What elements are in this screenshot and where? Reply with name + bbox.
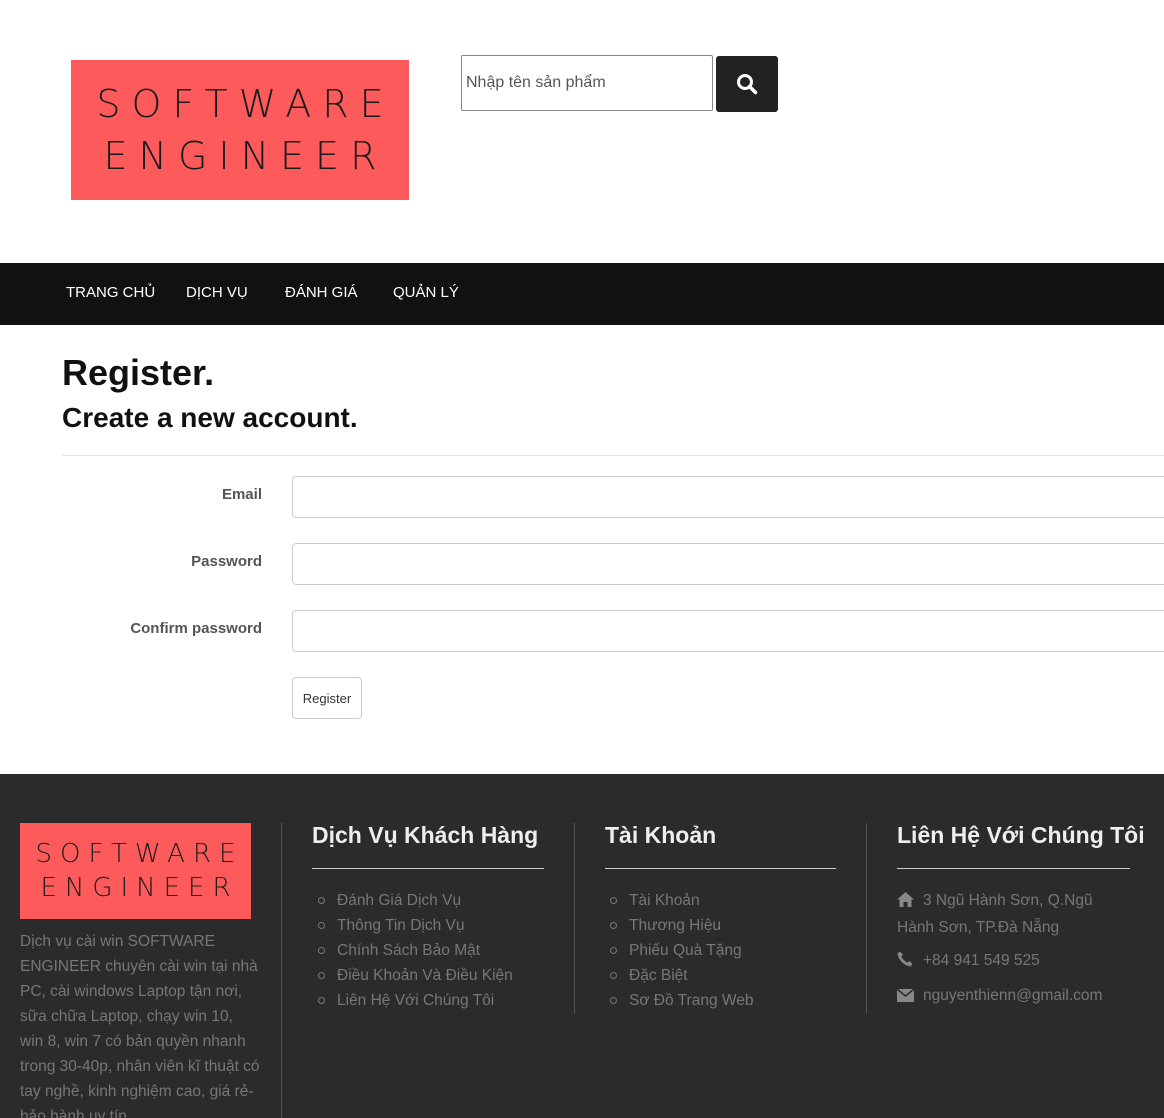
- footer-link-contact[interactable]: Liên Hệ Với Chúng Tôi: [312, 988, 513, 1013]
- site-footer: SOFTWARE ENGINEER Dịch vụ cài win SOFTWA…: [0, 774, 1164, 1118]
- contact-phone-text[interactable]: +84 941 549 525: [923, 952, 1040, 969]
- account-rule: [605, 868, 836, 869]
- confirm-password-field[interactable]: [292, 610, 1164, 652]
- footer-link-account[interactable]: Tài Khoản: [604, 888, 753, 913]
- account-list: Tài Khoản Thương Hiệu Phiếu Quà Tặng Đặc…: [604, 888, 753, 1013]
- footer-link-service-info[interactable]: Thông Tin Dịch Vụ: [312, 913, 513, 938]
- nav-item-management[interactable]: QUẢN LÝ: [393, 263, 459, 325]
- contact-rule: [897, 868, 1130, 869]
- footer-link-sitemap[interactable]: Sơ Đồ Trang Web: [604, 988, 753, 1013]
- contact-heading: Liên Hệ Với Chúng Tôi: [897, 822, 1145, 848]
- services-list: Đánh Giá Dịch Vụ Thông Tin Dịch Vụ Chính…: [312, 888, 513, 1013]
- nav-item-reviews[interactable]: ĐÁNH GIÁ: [285, 263, 358, 325]
- contact-address-text: 3 Ngũ Hành Sơn, Q.Ngũ Hành Sơn, TP.Đà Nẵ…: [897, 892, 1093, 936]
- search-button[interactable]: [716, 56, 778, 112]
- nav-item-services[interactable]: DỊCH VỤ: [186, 263, 248, 325]
- footer-logo[interactable]: SOFTWARE ENGINEER: [20, 823, 251, 919]
- services-rule: [312, 868, 544, 869]
- footer-divider: [281, 823, 282, 1118]
- logo-line-2: ENGINEER: [103, 134, 388, 178]
- divider: [62, 455, 1164, 456]
- contact-address: 3 Ngũ Hành Sơn, Q.Ngũ Hành Sơn, TP.Đà Nẵ…: [897, 888, 1132, 940]
- site-header: SOFTWARE ENGINEER: [0, 0, 1164, 263]
- footer-link-brands[interactable]: Thương Hiệu: [604, 913, 753, 938]
- email-label: Email: [221, 486, 262, 503]
- search-input[interactable]: [461, 55, 713, 111]
- confirm-password-label: Confirm password: [130, 620, 262, 637]
- contact-email-text[interactable]: nguyenthienn@gmail.com: [923, 987, 1102, 1004]
- contact-phone: +84 941 549 525: [897, 948, 1040, 975]
- phone-icon: [897, 950, 915, 975]
- footer-description: Dịch vụ cài win SOFTWARE ENGINEER chuyên…: [20, 933, 260, 1118]
- nav-item-home[interactable]: TRANG CHỦ: [66, 263, 155, 325]
- footer-logo-line-2: ENGINEER: [40, 873, 239, 903]
- logo-line-1: SOFTWARE: [96, 82, 395, 126]
- contact-email: nguyenthienn@gmail.com: [896, 983, 1102, 1010]
- password-label: Password: [191, 553, 262, 570]
- footer-link-privacy[interactable]: Chính Sách Bảo Mật: [312, 938, 513, 963]
- site-logo[interactable]: SOFTWARE ENGINEER: [71, 60, 409, 200]
- password-field[interactable]: [292, 543, 1164, 585]
- page-subtitle: Create a new account.: [62, 402, 358, 433]
- page-title: Register.: [62, 352, 215, 393]
- envelope-icon: [896, 985, 915, 1010]
- services-heading: Dịch Vụ Khách Hàng: [312, 822, 539, 848]
- email-field[interactable]: [292, 476, 1164, 518]
- account-heading: Tài Khoản: [605, 822, 717, 848]
- home-icon: [897, 890, 915, 915]
- footer-link-terms[interactable]: Điều Khoản Và Điều Kiện: [312, 963, 513, 988]
- register-button[interactable]: Register: [292, 677, 362, 719]
- footer-link-gift-voucher[interactable]: Phiếu Quà Tặng: [604, 938, 753, 963]
- main-nav: TRANG CHỦ DỊCH VỤ ĐÁNH GIÁ QUẢN LÝ: [0, 263, 1164, 325]
- footer-divider: [574, 823, 575, 1013]
- search-icon: [737, 74, 758, 95]
- footer-divider: [866, 823, 867, 1013]
- footer-link-service-review[interactable]: Đánh Giá Dịch Vụ: [312, 888, 513, 913]
- footer-logo-line-1: SOFTWARE: [35, 839, 244, 869]
- footer-link-specials[interactable]: Đặc Biệt: [604, 963, 753, 988]
